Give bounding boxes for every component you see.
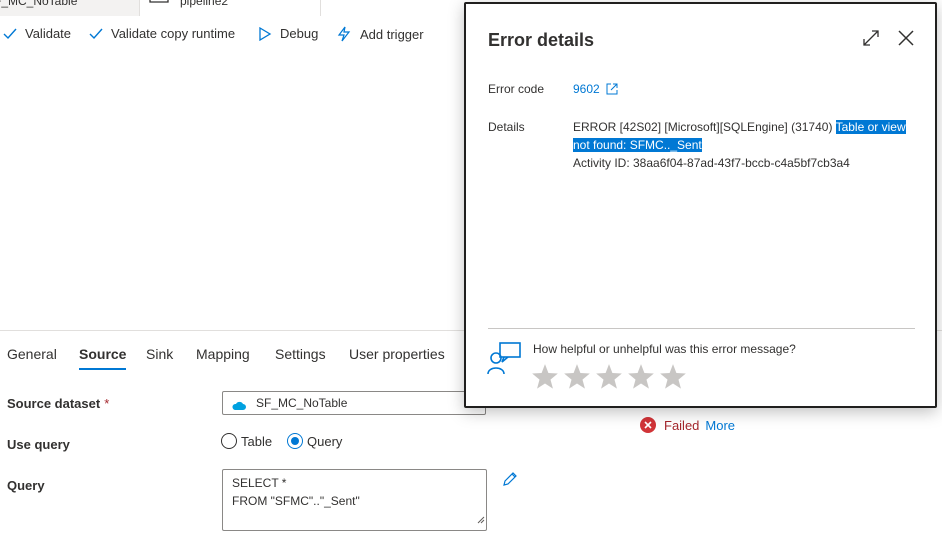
- dialog-title: Error details: [488, 30, 595, 50]
- validate-label: Validate: [25, 26, 72, 41]
- close-icon[interactable]: [897, 29, 915, 52]
- query-line-1: SELECT *: [232, 476, 287, 490]
- query-line-2: FROM "SFMC".."_Sent": [232, 494, 360, 508]
- tab-dataset[interactable]: F_MC_NoTable: [0, 0, 140, 16]
- validate-copy-runtime-label: Validate copy runtime: [111, 26, 236, 41]
- source-dataset-value: SF_MC_NoTable: [256, 396, 348, 410]
- play-icon: [259, 26, 272, 41]
- error-details-dialog: Error details Error code 9602 Details ER…: [464, 2, 937, 408]
- checkmark-icon: [89, 28, 103, 39]
- salesforce-cloud-icon: [232, 398, 246, 416]
- radio-table-label: Table: [241, 433, 273, 449]
- radio-table-circle[interactable]: [221, 433, 237, 449]
- query-label: Query: [7, 478, 45, 493]
- star-2-icon[interactable]: [563, 363, 591, 391]
- tab-pipeline[interactable]: pipeline2: [140, 0, 321, 16]
- details-message: ERROR [42S02] [Microsoft][SQLEngine] (31…: [573, 120, 836, 134]
- debug-button[interactable]: Debug: [258, 26, 318, 41]
- activity-id: Activity ID: 38aa6f04-87ad-43f7-bccb-c4a…: [573, 156, 850, 170]
- source-dataset-select[interactable]: SF_MC_NoTable: [222, 391, 486, 415]
- rating-stars: [531, 363, 691, 391]
- tab-settings[interactable]: Settings: [275, 346, 326, 362]
- error-code-label: Error code: [488, 82, 545, 96]
- status-text: Failed: [664, 417, 700, 433]
- debug-label: Debug: [280, 26, 319, 41]
- validate-button[interactable]: Validate: [3, 26, 71, 41]
- feedback-person-icon: [486, 340, 522, 381]
- lightning-icon: [337, 26, 351, 42]
- tab-dataset-label: F_MC_NoTable: [0, 0, 78, 8]
- source-dataset-label: Source dataset *: [7, 396, 109, 411]
- feedback-question: How helpful or unhelpful was this error …: [533, 342, 796, 356]
- star-4-icon[interactable]: [627, 363, 655, 391]
- run-status: Failed More: [640, 417, 735, 433]
- resize-grip-icon[interactable]: [477, 511, 485, 529]
- edit-pencil-icon[interactable]: [502, 471, 518, 492]
- tab-general[interactable]: General: [7, 346, 57, 362]
- star-3-icon[interactable]: [595, 363, 623, 391]
- radio-table[interactable]: Table: [221, 433, 272, 449]
- radio-query-circle[interactable]: [287, 433, 303, 449]
- expand-icon[interactable]: [862, 29, 880, 52]
- tab-sink[interactable]: Sink: [146, 346, 173, 362]
- error-details-text: ERROR [42S02] [Microsoft][SQLEngine] (31…: [573, 118, 913, 172]
- source-dataset-label-text: Source dataset: [7, 396, 101, 411]
- details-label: Details: [488, 120, 525, 134]
- status-more-link[interactable]: More: [705, 418, 735, 433]
- tab-source[interactable]: Source: [79, 346, 127, 370]
- external-link-icon: [606, 83, 618, 95]
- error-code-value: 9602: [573, 82, 600, 96]
- query-textarea[interactable]: SELECT * FROM "SFMC".."_Sent": [222, 469, 487, 531]
- add-trigger-button[interactable]: Add trigger: [336, 26, 424, 42]
- pipeline-icon: [148, 0, 170, 11]
- error-circle-icon: [640, 417, 656, 433]
- star-5-icon[interactable]: [659, 363, 687, 391]
- dialog-separator: [488, 328, 915, 329]
- tab-pipeline-label: pipeline2: [180, 0, 229, 8]
- add-trigger-label: Add trigger: [360, 26, 424, 42]
- required-marker: *: [104, 396, 110, 411]
- radio-query[interactable]: Query: [287, 433, 342, 449]
- use-query-label: Use query: [7, 437, 70, 452]
- radio-query-label: Query: [307, 433, 343, 449]
- star-1-icon[interactable]: [531, 363, 559, 391]
- tab-mapping[interactable]: Mapping: [196, 346, 250, 362]
- validate-copy-runtime-button[interactable]: Validate copy runtime: [89, 26, 235, 41]
- checkmark-icon: [3, 28, 17, 39]
- tab-user-properties[interactable]: User properties: [349, 346, 445, 362]
- error-code-link[interactable]: 9602: [573, 82, 618, 96]
